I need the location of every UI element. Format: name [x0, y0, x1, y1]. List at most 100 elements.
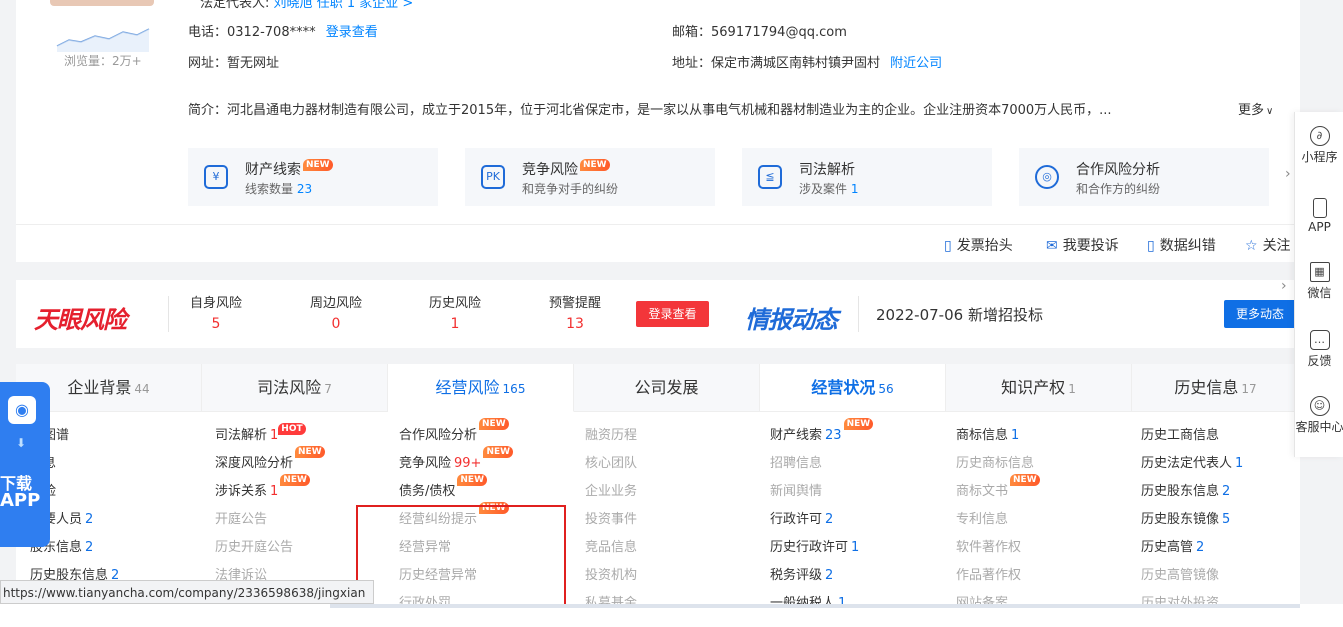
item-label: 行政许可: [770, 512, 823, 527]
category-item[interactable]: 税务评级 2: [770, 566, 833, 586]
qr-code-icon: ▦: [1309, 262, 1330, 282]
feature-cooperation-risk[interactable]: ◎ 合作风险分析 和合作方的纠纷: [1019, 148, 1269, 206]
invoice-header-button[interactable]: ▯ 发票抬头: [944, 235, 1013, 255]
item-label: 商标信息: [956, 428, 1009, 443]
app-button[interactable]: APP: [1295, 198, 1343, 234]
sidebar-label: 反馈: [1307, 354, 1332, 368]
feature-asset-clues[interactable]: ¥ 财产线索 NEW 线索数量 23: [188, 148, 438, 206]
tab-company-development[interactable]: 公司发展: [574, 364, 760, 412]
warning-alerts[interactable]: 预警提醒 13: [535, 292, 615, 332]
category-item[interactable]: 司法解析 1 HOT: [215, 423, 306, 446]
more-dynamics-button[interactable]: 更多动态: [1224, 300, 1300, 328]
risk-value: 1: [450, 316, 460, 332]
tab-label: 历史信息: [1174, 378, 1239, 397]
mail-icon: ✉: [1046, 238, 1058, 254]
feature-title: 司法解析: [799, 162, 855, 178]
download-arrow-icon: ⬇: [16, 436, 27, 450]
feature-subtitle: 涉及案件: [799, 182, 848, 196]
sidebar-label: 客服中心: [1295, 420, 1343, 434]
feature-competition-risk[interactable]: PK 竞争风险 NEW 和竞争对手的纠纷: [465, 148, 715, 206]
mini-program-icon: ∂: [1309, 126, 1330, 146]
tab-operating-status[interactable]: 经营状况 56: [760, 364, 946, 412]
category-item[interactable]: 合作风险分析NEW: [399, 418, 509, 446]
customer-service-button[interactable]: ☺ 客服中心: [1295, 396, 1343, 435]
category-item[interactable]: 竞争风险 99+NEW: [399, 446, 514, 474]
category-item[interactable]: 投资事件: [585, 510, 637, 530]
mini-program-button[interactable]: ∂ 小程序: [1295, 126, 1343, 165]
risk-label: 历史风险: [428, 296, 481, 311]
divider: [16, 224, 1300, 225]
intel-latest-item[interactable]: 2022-07-06 新增招投标: [876, 304, 1043, 325]
chevron-down-icon: ∨: [1266, 106, 1274, 117]
category-item[interactable]: 招聘信息: [770, 454, 822, 474]
category-item[interactable]: 历史股东信息 2: [1141, 482, 1230, 502]
tab-history-info[interactable]: 历史信息 17: [1132, 364, 1300, 412]
wechat-button[interactable]: ▦ 微信: [1295, 262, 1343, 301]
category-item[interactable]: 软件著作权: [956, 538, 1021, 558]
category-item[interactable]: 专利信息: [956, 510, 1008, 530]
chevron-right-icon[interactable]: ›: [1285, 166, 1291, 182]
category-item[interactable]: 融资历程: [585, 426, 637, 446]
item-label: 历史工商信息: [1141, 428, 1220, 443]
collapse-sidebar-icon[interactable]: ›: [1281, 278, 1287, 294]
item-count: 99+: [454, 456, 482, 471]
category-item[interactable]: 开庭公告: [215, 510, 267, 530]
category-item[interactable]: 历史法定代表人 1: [1141, 454, 1243, 474]
item-label: 历史开庭公告: [215, 540, 294, 555]
category-item[interactable]: 债务/债权NEW: [399, 474, 487, 502]
category-item[interactable]: 新闻舆情: [770, 482, 822, 502]
item-label: 历史行政许可: [770, 540, 849, 555]
category-item[interactable]: 历史开庭公告: [215, 538, 293, 558]
feature-title: 合作风险分析: [1076, 162, 1160, 178]
category-item[interactable]: 涉诉关系 1NEW: [215, 474, 310, 502]
surrounding-risk[interactable]: 周边风险 0: [296, 292, 376, 332]
complaint-button[interactable]: ✉ 我要投诉: [1046, 235, 1119, 255]
feature-title: 财产线索: [245, 162, 301, 178]
feedback-button[interactable]: … 反馈: [1295, 330, 1343, 369]
category-item[interactable]: 历史工商信息: [1141, 426, 1219, 446]
phone-login-link[interactable]: 登录查看: [326, 25, 378, 40]
category-item[interactable]: 财产线索 23NEW: [770, 418, 874, 446]
new-badge: NEW: [280, 474, 310, 486]
feature-judicial-analysis[interactable]: ≦ 司法解析 涉及案件 1: [742, 148, 992, 206]
category-item[interactable]: 历史商标信息: [956, 454, 1034, 474]
category-item[interactable]: 历史高管镜像: [1141, 566, 1219, 586]
category-item[interactable]: 商标文书NEW: [956, 474, 1040, 502]
tab-intellectual-property[interactable]: 知识产权 1: [946, 364, 1132, 412]
tab-operating-risk[interactable]: 经营风险 165: [388, 364, 574, 412]
tab-label: 司法风险: [257, 378, 322, 397]
intro-more-link[interactable]: 更多 ∨: [1238, 99, 1273, 118]
history-risk[interactable]: 历史风险 1: [415, 292, 495, 332]
customer-service-icon: ☺: [1309, 396, 1330, 416]
self-risk[interactable]: 自身风险 5: [176, 292, 256, 332]
category-item[interactable]: 企业业务: [585, 482, 637, 502]
legal-rep-link[interactable]: 刘晓旭: [274, 0, 313, 11]
new-badge: NEW: [1010, 474, 1040, 486]
category-item[interactable]: 历史高管 2: [1141, 538, 1204, 558]
category-item[interactable]: 投资机构: [585, 566, 637, 586]
category-item[interactable]: 历史行政许可 1: [770, 538, 859, 558]
category-item[interactable]: 深度风险分析NEW: [215, 446, 325, 474]
data-correction-button[interactable]: ▯ 数据纠错: [1147, 235, 1216, 255]
phone-row: 电话：0312-708**** 登录查看: [188, 21, 378, 40]
follow-button[interactable]: ☆ 关注: [1245, 235, 1291, 255]
item-label: 融资历程: [585, 428, 638, 443]
nearby-companies-link[interactable]: 附近公司: [890, 56, 942, 71]
category-item[interactable]: 行政许可 2: [770, 510, 833, 530]
tab-count: 56: [878, 382, 894, 396]
category-item[interactable]: 竞品信息: [585, 538, 637, 558]
website-value: 暂无网址: [227, 56, 280, 71]
app-logo-icon: ◉: [8, 396, 36, 424]
phone-label: 电话：: [188, 25, 228, 40]
legal-rep-company-link[interactable]: 任职 1 家企业 >: [317, 0, 414, 11]
category-item[interactable]: 历史股东镜像 5: [1141, 510, 1230, 530]
category-item[interactable]: 作品著作权: [956, 566, 1021, 586]
category-item[interactable]: 核心团队: [585, 454, 637, 474]
tab-count: 44: [134, 382, 150, 396]
category-item[interactable]: 商标信息 1: [956, 426, 1019, 446]
item-label: 历史高管: [1141, 540, 1194, 555]
asset-clue-icon: ¥: [204, 165, 228, 189]
download-app-banner[interactable]: ◉ ⬇ 下载 APP: [0, 382, 50, 547]
tab-judicial-risk[interactable]: 司法风险 7: [202, 364, 388, 412]
login-view-button[interactable]: 登录查看: [636, 301, 709, 327]
